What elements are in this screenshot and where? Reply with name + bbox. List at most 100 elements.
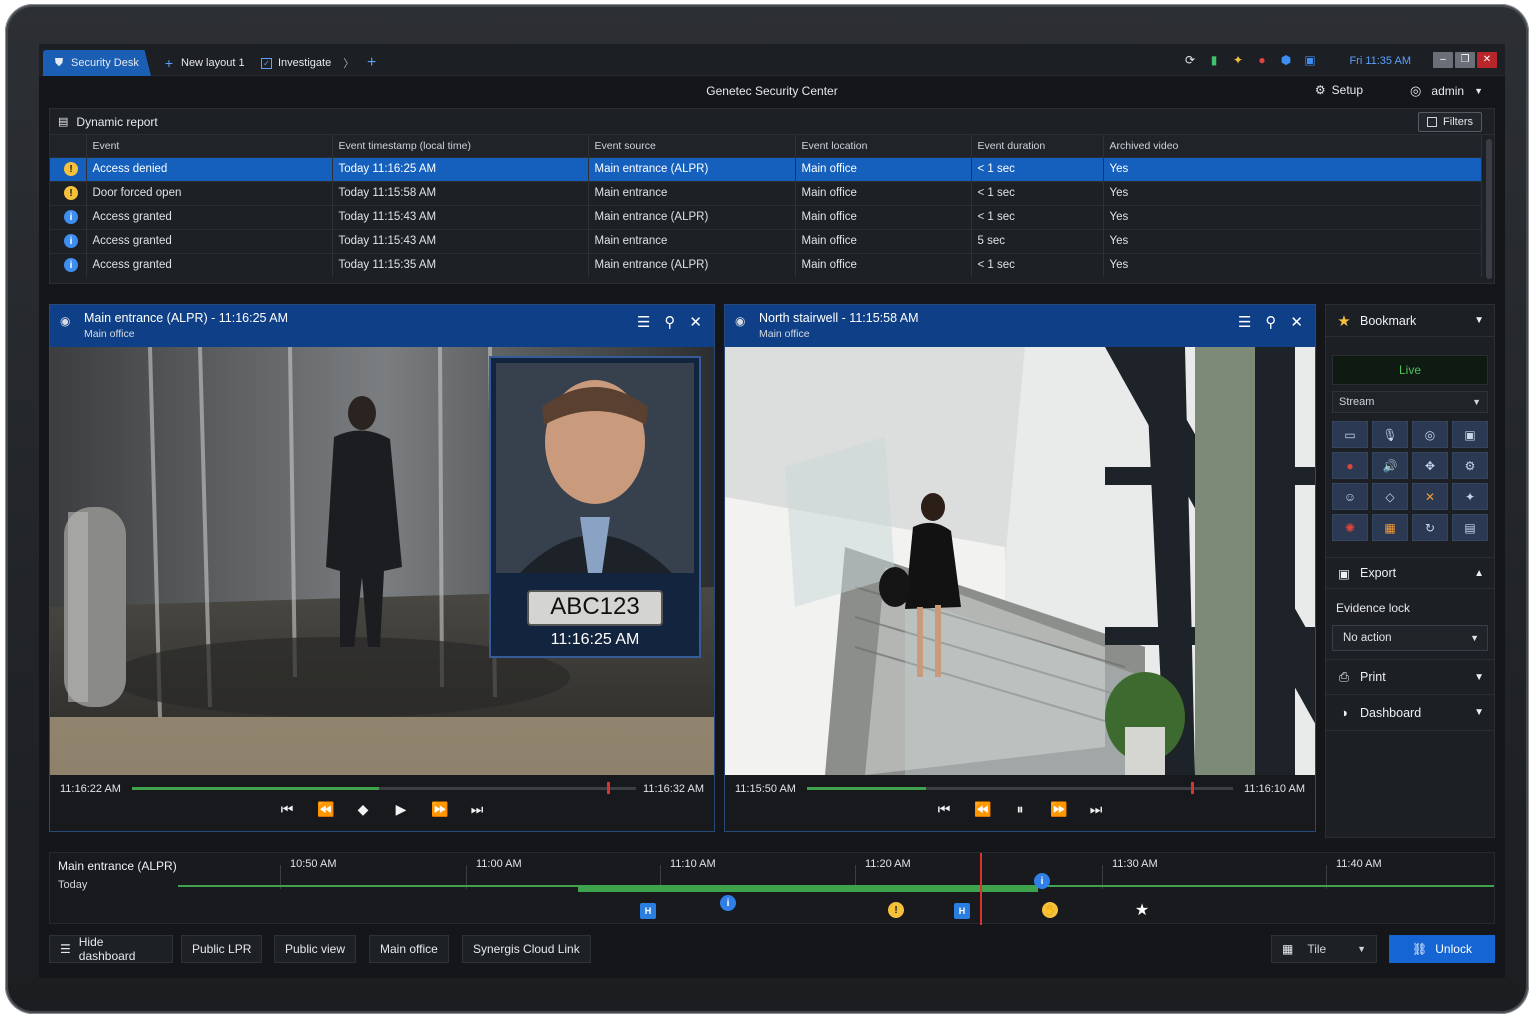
col-source[interactable]: Event source bbox=[588, 135, 796, 157]
skip-start-icon[interactable]: ⏮ bbox=[279, 801, 295, 818]
settings-icon[interactable]: ⚙ bbox=[1452, 452, 1488, 479]
video-tile-main-entrance[interactable]: ◉ Main entrance (ALPR) - 11:16:25 AM Mai… bbox=[49, 304, 715, 832]
frame-step-icon[interactable]: ◆ bbox=[355, 801, 371, 818]
timeline-door-icon[interactable]: H bbox=[640, 903, 656, 919]
tile-layout-select[interactable]: ▦ Tile ▼ bbox=[1271, 935, 1377, 963]
col-timestamp[interactable]: Event timestamp (local time) bbox=[332, 135, 589, 157]
table-row[interactable]: ! Access denied Today 11:16:25 AM Main entr… bbox=[50, 156, 1482, 181]
bookmark-section[interactable]: ★ Bookmark ▼ bbox=[1326, 305, 1494, 337]
skip-start-icon[interactable]: ⏮ bbox=[936, 801, 952, 818]
timeline[interactable]: Main entrance (ALPR) Today 10:50 AM 11:0… bbox=[49, 852, 1495, 925]
dashboard-section[interactable]: ◑ Dashboard ▼ bbox=[1326, 695, 1494, 731]
pause-icon[interactable]: ⏸ bbox=[1012, 801, 1028, 818]
maximize-icon[interactable]: ❐ bbox=[1455, 52, 1475, 68]
snapshot-icon[interactable]: ▭ bbox=[1332, 421, 1368, 448]
close-icon[interactable]: ✕ bbox=[1477, 52, 1497, 68]
report-scrollbar[interactable] bbox=[1486, 139, 1492, 279]
tab-investigate[interactable]: ✓ Investigate 〉 bbox=[251, 50, 364, 76]
speaker-icon[interactable]: 🔊 bbox=[1372, 452, 1408, 479]
tools-icon[interactable]: ✕ bbox=[1412, 483, 1448, 510]
timestamp-cell: Today 11:15:58 AM bbox=[332, 180, 589, 205]
people-icon[interactable]: ☺ bbox=[1332, 483, 1368, 510]
rewind-icon[interactable]: ⏪ bbox=[974, 801, 991, 818]
app-title: Genetec Security Center bbox=[706, 84, 838, 98]
col-duration[interactable]: Event duration bbox=[971, 135, 1104, 157]
col-event[interactable]: Event bbox=[86, 135, 333, 157]
play-icon[interactable]: ▶ bbox=[393, 801, 409, 818]
table-row[interactable]: i Access granted Today 11:15:35 AM Main ent… bbox=[50, 252, 1482, 277]
camera-icon: ◉ bbox=[60, 314, 71, 328]
close-icon[interactable]: ✕ bbox=[1290, 313, 1303, 331]
skip-end-icon[interactable]: ⏭ bbox=[1088, 801, 1104, 818]
add-tab-button[interactable]: + bbox=[357, 50, 386, 76]
timeline-door-icon[interactable]: H bbox=[954, 903, 970, 919]
tab-new-layout[interactable]: + New layout 1 bbox=[153, 50, 255, 76]
table-row[interactable]: ! Door forced open Today 11:15:58 AM Main e… bbox=[50, 180, 1482, 205]
map-icon[interactable]: ▤ bbox=[1452, 514, 1488, 541]
diamond-icon[interactable]: ◇ bbox=[1372, 483, 1408, 510]
main-office-button[interactable]: Main office bbox=[369, 935, 449, 963]
video-feed-entrance[interactable]: ABC123 11:16:25 AM bbox=[50, 347, 714, 775]
public-view-button[interactable]: Public view bbox=[274, 935, 357, 963]
star-icon[interactable]: ✦ bbox=[1231, 53, 1245, 67]
event-marker bbox=[607, 782, 610, 794]
ptz-icon[interactable]: ✥ bbox=[1412, 452, 1448, 479]
chevron-down-icon: ▼ bbox=[1474, 86, 1483, 96]
evidence-lock-select[interactable]: No action ▼ bbox=[1332, 625, 1488, 651]
shield-status-icon[interactable]: ⬢ bbox=[1279, 53, 1293, 67]
fast-forward-icon[interactable]: ⏩ bbox=[1050, 801, 1067, 818]
seek-bar[interactable] bbox=[132, 782, 636, 794]
seek-bar[interactable] bbox=[807, 782, 1233, 794]
stream-select[interactable]: Stream ▼ bbox=[1332, 391, 1488, 413]
sync-icon[interactable]: ⟳ bbox=[1183, 53, 1197, 67]
filters-button[interactable]: Filters bbox=[1418, 112, 1482, 132]
print-section[interactable]: ⎙ Print ▼ bbox=[1326, 659, 1494, 695]
pin-icon[interactable]: ⚲ bbox=[664, 313, 675, 331]
alarm-trigger-icon[interactable]: ● bbox=[1332, 452, 1368, 479]
tab-scroll-icon[interactable]: 〉 bbox=[343, 55, 354, 71]
door-icon[interactable]: ▮ bbox=[1207, 53, 1221, 67]
skip-end-icon[interactable]: ⏭ bbox=[469, 801, 485, 818]
timeline-info-icon[interactable]: i bbox=[720, 895, 736, 911]
overlay-icon[interactable]: ✦ bbox=[1452, 483, 1488, 510]
unlock-button[interactable]: ⛓ Unlock bbox=[1389, 935, 1495, 963]
source-cell: Main entrance (ALPR) bbox=[588, 204, 796, 229]
col-video[interactable]: Archived video bbox=[1103, 135, 1482, 157]
menu-icon[interactable]: ☰ bbox=[1238, 313, 1251, 331]
minimize-icon[interactable]: – bbox=[1433, 52, 1453, 68]
alarm-icon[interactable]: ● bbox=[1255, 53, 1269, 67]
video-tile-north-stairwell[interactable]: ◉ North stairwell - 11:15:58 AM Main off… bbox=[724, 304, 1316, 832]
synergis-button[interactable]: Synergis Cloud Link bbox=[462, 935, 591, 963]
refresh-icon[interactable]: ↻ bbox=[1412, 514, 1448, 541]
table-row[interactable]: i Access granted Today 11:15:43 AM Main ent… bbox=[50, 204, 1482, 229]
fast-forward-icon[interactable]: ⏩ bbox=[431, 801, 448, 818]
timeline-warning-icon[interactable]: ! bbox=[888, 902, 904, 918]
monitor-icon[interactable]: ▣ bbox=[1303, 53, 1317, 67]
hide-dashboard-button[interactable]: ☰ Hide dashboard bbox=[49, 935, 173, 963]
user-menu[interactable]: ◎ admin ▼ bbox=[1410, 83, 1483, 99]
tick-label: 11:20 AM bbox=[865, 858, 911, 870]
rewind-icon[interactable]: ⏪ bbox=[317, 801, 334, 818]
export-section[interactable]: ▣ Export ▲ bbox=[1326, 557, 1494, 589]
close-icon[interactable]: ✕ bbox=[689, 313, 702, 331]
setup-button[interactable]: ⚙ Setup bbox=[1315, 83, 1363, 97]
zoom-icon[interactable]: ◎ bbox=[1412, 421, 1448, 448]
video-feed-stairwell[interactable] bbox=[725, 347, 1315, 775]
record-icon[interactable]: ▣ bbox=[1452, 421, 1488, 448]
menu-icon[interactable]: ☰ bbox=[637, 313, 650, 331]
table-row[interactable]: i Access granted Today 11:15:43 AM Main ent… bbox=[50, 228, 1482, 253]
bookmark-star-icon: ★ bbox=[1337, 312, 1351, 330]
col-location[interactable]: Event location bbox=[795, 135, 972, 157]
building-icon[interactable]: ▦ bbox=[1372, 514, 1408, 541]
timeline-hand-icon[interactable]: ✋ bbox=[1042, 902, 1058, 918]
timeline-info-icon[interactable]: i bbox=[1034, 873, 1050, 889]
export-icon: ▣ bbox=[1338, 566, 1350, 581]
live-button[interactable]: Live bbox=[1332, 355, 1488, 385]
playhead[interactable] bbox=[980, 853, 982, 925]
timeline-bookmark-icon[interactable]: ★ bbox=[1134, 902, 1150, 919]
incident-icon[interactable]: ✺ bbox=[1332, 514, 1368, 541]
tab-security-desk[interactable]: ⛊ Security Desk bbox=[43, 50, 151, 76]
pin-icon[interactable]: ⚲ bbox=[1265, 313, 1276, 331]
public-lpr-button[interactable]: Public LPR bbox=[181, 935, 263, 963]
microphone-icon[interactable]: 🎙 bbox=[1372, 421, 1408, 448]
